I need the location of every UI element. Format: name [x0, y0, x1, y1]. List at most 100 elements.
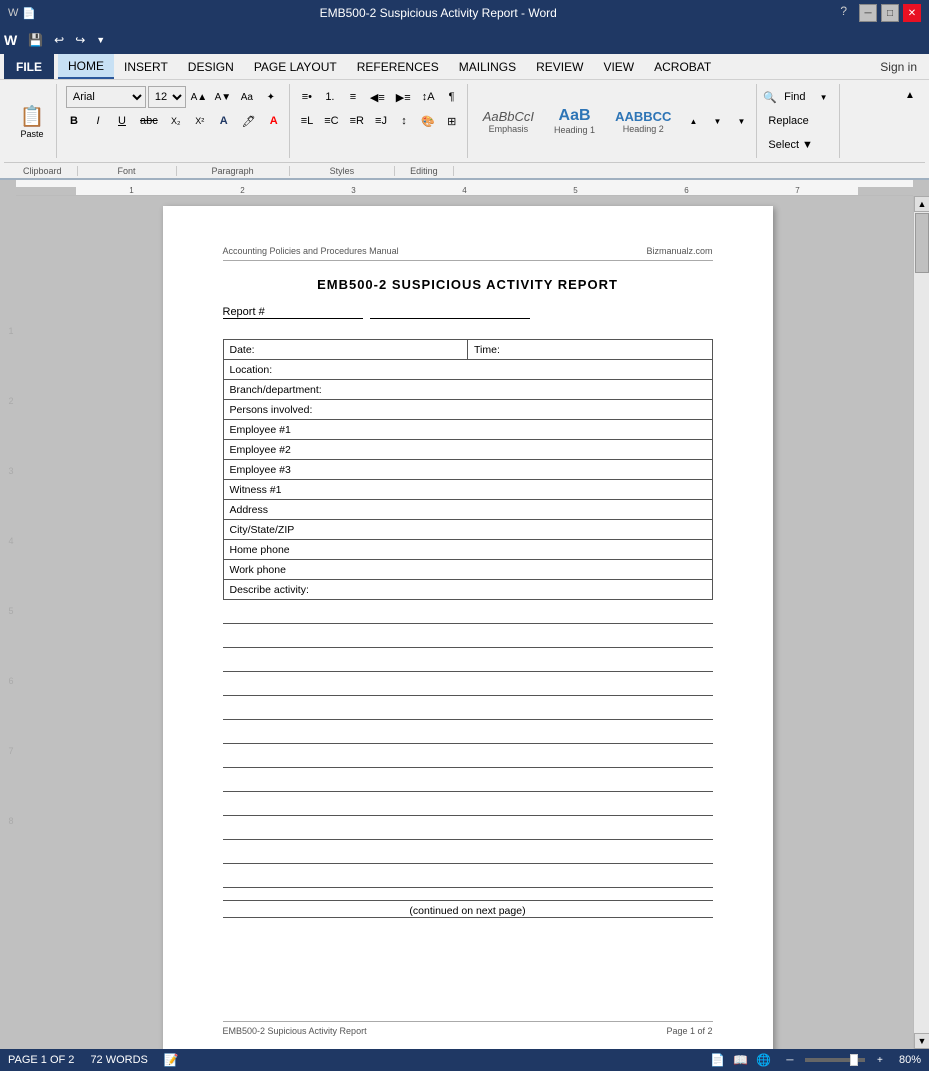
- window-controls[interactable]: ? ─ □ ✕: [840, 4, 921, 22]
- references-menu[interactable]: REFERENCES: [347, 54, 449, 79]
- change-case-button[interactable]: Aa: [236, 86, 258, 108]
- paste-button[interactable]: 📋 Paste: [12, 96, 52, 146]
- activity-line: [223, 628, 713, 648]
- review-menu[interactable]: REVIEW: [526, 54, 593, 79]
- align-right-button[interactable]: ≡R: [345, 110, 369, 132]
- customize-button[interactable]: ▼: [92, 32, 109, 48]
- footer-left: EMB500-2 Supicious Activity Report: [223, 1026, 367, 1036]
- superscript-button[interactable]: X²: [189, 110, 211, 132]
- multilevel-button[interactable]: ≡: [342, 86, 364, 108]
- select-button[interactable]: Select ▼: [763, 134, 818, 156]
- save-button[interactable]: 💾: [24, 30, 47, 50]
- insert-menu[interactable]: INSERT: [114, 54, 178, 79]
- activity-line: [223, 820, 713, 840]
- title-bar: W 📄 EMB500-2 Suspicious Activity Report …: [0, 0, 929, 26]
- editing-label: Editing: [395, 166, 454, 176]
- table-row: Employee #2: [223, 440, 712, 460]
- underline-button[interactable]: U: [111, 111, 133, 131]
- align-left-button[interactable]: ≡L: [296, 110, 319, 132]
- styles-expand[interactable]: ▼: [730, 110, 752, 132]
- scroll-track[interactable]: [914, 212, 929, 1033]
- styles-scroll-up[interactable]: ▲: [682, 110, 704, 132]
- status-bar: PAGE 1 OF 2 72 WORDS 📝 📄 📖 🌐 ─ + 80%: [0, 1049, 929, 1071]
- borders-button[interactable]: ⊞: [441, 110, 463, 132]
- line-spacing-button[interactable]: ↕: [393, 110, 415, 132]
- describe-label: Describe activity:: [223, 580, 712, 600]
- minimize-button[interactable]: ─: [859, 4, 877, 22]
- subscript-button[interactable]: X₂: [165, 110, 187, 132]
- witness1-label: Witness #1: [223, 480, 712, 500]
- style-sample-1[interactable]: AaBbCcI Emphasis: [476, 106, 541, 137]
- scroll-up-button[interactable]: ▲: [914, 196, 929, 212]
- page-layout-menu[interactable]: PAGE LAYOUT: [244, 54, 347, 79]
- styles-scroll-down[interactable]: ▼: [706, 110, 728, 132]
- file-menu[interactable]: FILE: [4, 54, 54, 79]
- find-button[interactable]: Find: [779, 86, 810, 108]
- font-size-select[interactable]: 12 10 14 16: [148, 86, 186, 108]
- decrease-indent-button[interactable]: ◀≡: [365, 86, 390, 108]
- activity-line: [223, 724, 713, 744]
- employee3-label: Employee #3: [223, 460, 712, 480]
- italic-button[interactable]: I: [87, 111, 109, 131]
- font-name-select[interactable]: Arial Times New Roman Calibri: [66, 86, 146, 108]
- restore-button[interactable]: □: [881, 4, 899, 22]
- report-label: Report #: [223, 306, 363, 319]
- expand-find-button[interactable]: ▼: [813, 86, 835, 108]
- window-title: EMB500-2 Suspicious Activity Report - Wo…: [36, 6, 840, 20]
- style-sample-heading1[interactable]: AaB Heading 1: [547, 104, 602, 138]
- help-icon[interactable]: ?: [840, 4, 847, 22]
- undo-button[interactable]: ↩: [50, 30, 68, 50]
- activity-line: [223, 748, 713, 768]
- scroll-down-button[interactable]: ▼: [914, 1033, 929, 1049]
- zoom-slider[interactable]: [805, 1058, 865, 1062]
- show-formatting-button[interactable]: ¶: [441, 86, 463, 108]
- font-group: Arial Times New Roman Calibri 12 10 14 1…: [59, 84, 290, 158]
- view-reading-icon[interactable]: 📖: [733, 1053, 748, 1067]
- view-menu[interactable]: VIEW: [593, 54, 644, 79]
- text-effect-button[interactable]: A: [213, 110, 235, 132]
- align-center-button[interactable]: ≡C: [319, 110, 343, 132]
- header-right: Bizmanualz.com: [646, 246, 712, 256]
- increase-indent-button[interactable]: ▶≡: [391, 86, 416, 108]
- scrollbar-vertical[interactable]: ▲ ▼: [913, 196, 929, 1049]
- paste-label: Paste: [20, 129, 43, 139]
- collapse-ribbon-button[interactable]: ▲: [899, 84, 921, 106]
- acrobat-menu[interactable]: ACROBAT: [644, 54, 721, 79]
- style-sample-heading2[interactable]: AABBCC Heading 2: [608, 106, 678, 137]
- branch-label: Branch/department:: [223, 380, 712, 400]
- view-print-icon[interactable]: 📄: [710, 1053, 725, 1067]
- shading-button[interactable]: 🎨: [416, 110, 440, 132]
- sign-in[interactable]: Sign in: [872, 60, 925, 74]
- table-row: Describe activity:: [223, 580, 712, 600]
- paragraph-group: ≡• 1. ≡ ◀≡ ▶≡ ↕A ¶ ≡L ≡C ≡R ≡J ↕ 🎨 ⊞: [292, 84, 468, 158]
- scroll-thumb[interactable]: [915, 213, 929, 273]
- zoom-in-button[interactable]: +: [869, 1049, 891, 1071]
- left-margin: 12345678: [0, 196, 22, 1049]
- bullets-button[interactable]: ≡•: [296, 86, 318, 108]
- clear-format-button[interactable]: ✦: [260, 86, 282, 108]
- zoom-out-button[interactable]: ─: [779, 1049, 801, 1071]
- sort-button[interactable]: ↕A: [417, 86, 440, 108]
- ruler-area: 1 2 3 4 5 6 7: [0, 180, 929, 196]
- close-button[interactable]: ✕: [903, 4, 921, 22]
- strikethrough-button[interactable]: abc: [135, 110, 163, 132]
- replace-button[interactable]: Replace: [763, 110, 813, 132]
- grow-font-button[interactable]: A▲: [188, 86, 210, 108]
- activity-line: [223, 772, 713, 792]
- table-row: Witness #1: [223, 480, 712, 500]
- design-menu[interactable]: DESIGN: [178, 54, 244, 79]
- document-area: Accounting Policies and Procedures Manua…: [22, 196, 913, 1049]
- mailings-menu[interactable]: MAILINGS: [449, 54, 526, 79]
- justify-button[interactable]: ≡J: [370, 110, 392, 132]
- home-menu[interactable]: HOME: [58, 54, 114, 79]
- location-label: Location:: [223, 360, 712, 380]
- font-color-button[interactable]: A: [263, 110, 285, 132]
- bold-button[interactable]: B: [63, 111, 85, 131]
- persons-label: Persons involved:: [223, 400, 712, 420]
- numbering-button[interactable]: 1.: [319, 86, 341, 108]
- redo-button[interactable]: ↪: [71, 30, 89, 50]
- highlight-button[interactable]: 🖊: [237, 110, 261, 132]
- table-row: Persons involved:: [223, 400, 712, 420]
- shrink-font-button[interactable]: A▼: [212, 86, 234, 108]
- view-web-icon[interactable]: 🌐: [756, 1053, 771, 1067]
